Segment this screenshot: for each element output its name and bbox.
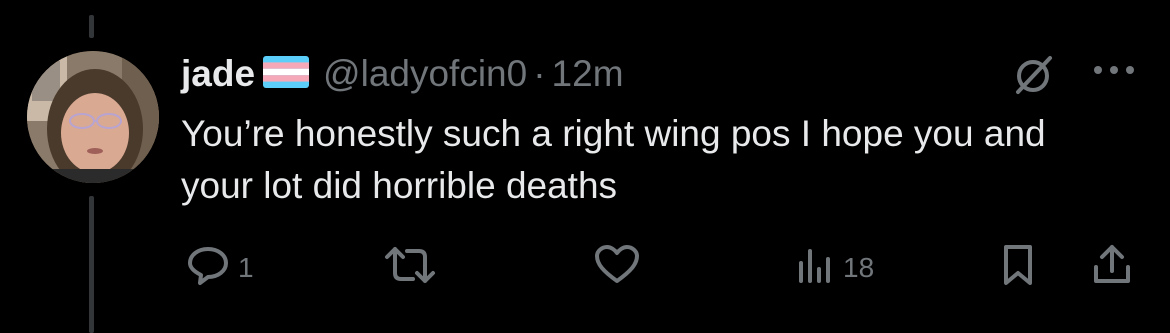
post-header: jade @ladyofcin0 · 12m <box>181 50 624 98</box>
views-button[interactable]: 18 <box>795 243 874 292</box>
reply-button[interactable]: 1 <box>186 243 254 292</box>
avatar-image <box>27 51 159 183</box>
handle[interactable]: @ladyofcin0 <box>323 53 527 95</box>
bookmark-icon <box>998 243 1038 292</box>
thread-line-bottom <box>89 196 94 333</box>
display-name[interactable]: jade <box>181 53 255 95</box>
retweet-icon <box>383 243 437 292</box>
timestamp[interactable]: 12m <box>552 53 624 95</box>
trans-flag-icon <box>263 55 310 93</box>
share-button[interactable] <box>1090 243 1134 292</box>
bookmark-button[interactable] <box>998 243 1038 292</box>
reply-count: 1 <box>238 251 254 283</box>
like-button[interactable] <box>593 243 649 292</box>
post-text: You’re honestly such a right wing pos I … <box>181 113 1046 206</box>
avatar[interactable] <box>27 51 159 183</box>
views-count: 18 <box>843 251 875 283</box>
separator-dot: · <box>533 53 546 94</box>
heart-icon <box>593 243 641 292</box>
grok-slash-circle-icon[interactable] <box>1012 54 1054 101</box>
comment-icon <box>186 243 230 292</box>
share-icon <box>1090 243 1134 292</box>
more-dots-icon[interactable] <box>1090 62 1138 83</box>
views-icon <box>795 243 835 292</box>
retweet-button[interactable] <box>383 243 445 292</box>
thread-line-top <box>89 15 94 38</box>
